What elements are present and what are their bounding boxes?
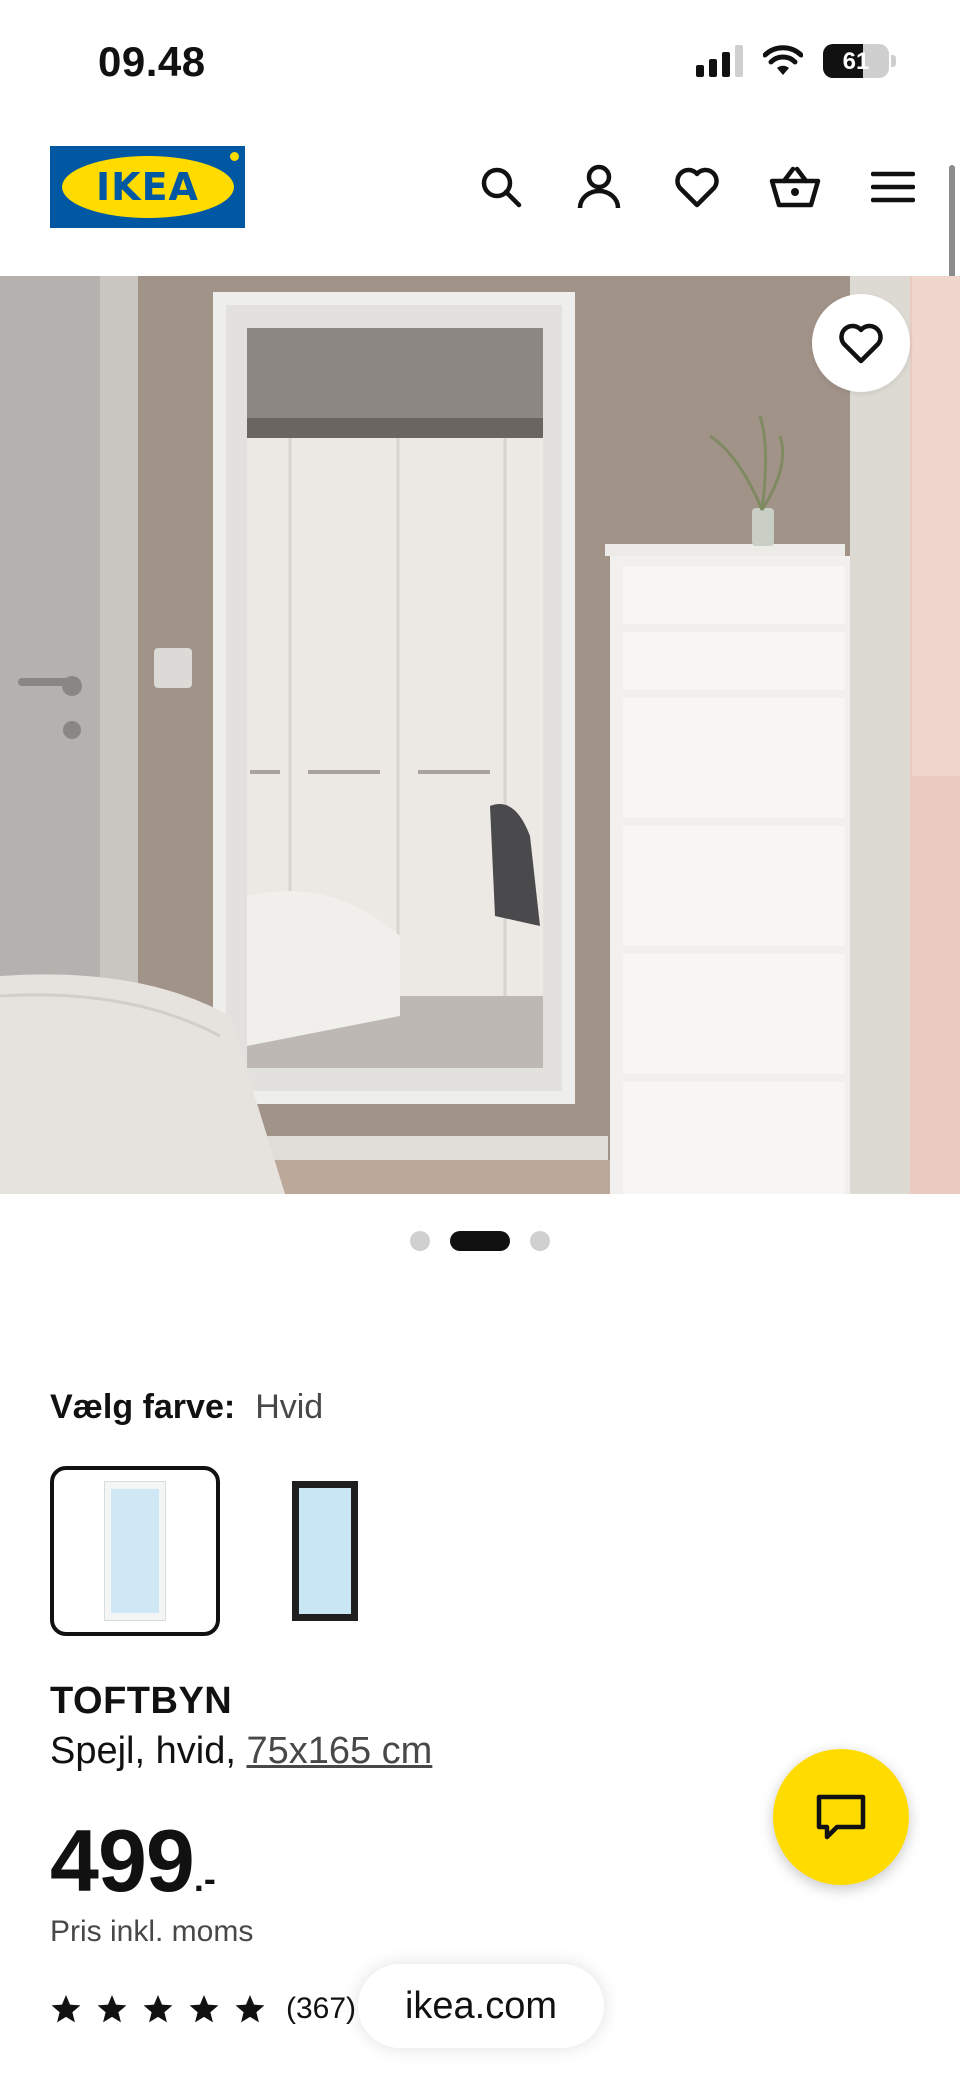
search-icon[interactable] bbox=[472, 158, 530, 216]
ikea-logo[interactable]: IKEA bbox=[50, 146, 245, 228]
browser-url: ikea.com bbox=[404, 1984, 558, 2027]
color-label: Vælg farve: bbox=[50, 1388, 236, 1426]
product-rating[interactable]: (367) bbox=[50, 1992, 356, 2026]
star-icon bbox=[97, 1995, 127, 2023]
product-image[interactable] bbox=[0, 276, 960, 1194]
color-swatches bbox=[50, 1466, 410, 1636]
price-integer: 499 bbox=[50, 1811, 195, 1910]
chat-bubble-icon bbox=[816, 1794, 866, 1840]
color-swatch-black[interactable] bbox=[240, 1466, 410, 1636]
cellular-signal-icon bbox=[696, 45, 743, 77]
product-name: TOFTBYN bbox=[50, 1680, 233, 1722]
star-icon bbox=[51, 1995, 81, 2023]
status-indicators: 61 bbox=[696, 44, 896, 78]
product-description: Spejl, hvid, 75x165 cm bbox=[50, 1730, 432, 1773]
star-icon bbox=[143, 1995, 173, 2023]
wifi-icon bbox=[763, 45, 803, 75]
rating-count: (367) bbox=[286, 1992, 357, 2025]
chat-button[interactable] bbox=[773, 1749, 909, 1885]
cart-icon[interactable] bbox=[766, 158, 824, 216]
pagination-dot-active[interactable] bbox=[450, 1231, 510, 1251]
price-suffix: .- bbox=[193, 1858, 216, 1899]
star-icon bbox=[235, 1995, 265, 2023]
account-icon[interactable] bbox=[570, 158, 628, 216]
black-mirror-thumbnail bbox=[292, 1481, 358, 1621]
product-price: 499 .- bbox=[50, 1810, 216, 1912]
pagination-dot[interactable] bbox=[530, 1231, 550, 1251]
site-header: IKEA bbox=[0, 120, 960, 276]
product-size-link[interactable]: 75x165 cm bbox=[246, 1730, 432, 1772]
color-swatch-white[interactable] bbox=[50, 1466, 220, 1636]
white-mirror-thumbnail bbox=[104, 1481, 166, 1621]
image-pagination bbox=[0, 1231, 960, 1251]
heart-icon bbox=[839, 323, 883, 364]
header-actions bbox=[472, 158, 922, 216]
pagination-dot[interactable] bbox=[410, 1231, 430, 1251]
color-value: Hvid bbox=[255, 1388, 324, 1426]
menu-icon[interactable] bbox=[864, 158, 922, 216]
browser-url-bar[interactable]: ikea.com bbox=[358, 1964, 604, 2048]
product-description-text: Spejl, hvid, bbox=[50, 1730, 236, 1772]
battery-icon: 61 bbox=[823, 44, 889, 78]
favorites-icon[interactable] bbox=[668, 158, 726, 216]
logo-text: IKEA bbox=[96, 165, 199, 209]
color-selector-label: Vælg farve: Hvid bbox=[50, 1388, 323, 1427]
battery-level: 61 bbox=[842, 48, 870, 75]
star-icon bbox=[189, 1995, 219, 2023]
status-time: 09.48 bbox=[98, 38, 206, 85]
add-to-favorites-button[interactable] bbox=[812, 294, 910, 392]
status-bar: 09.48 61 bbox=[0, 0, 960, 120]
price-note: Pris inkl. moms bbox=[50, 1915, 254, 1948]
rating-stars bbox=[50, 1993, 266, 2025]
